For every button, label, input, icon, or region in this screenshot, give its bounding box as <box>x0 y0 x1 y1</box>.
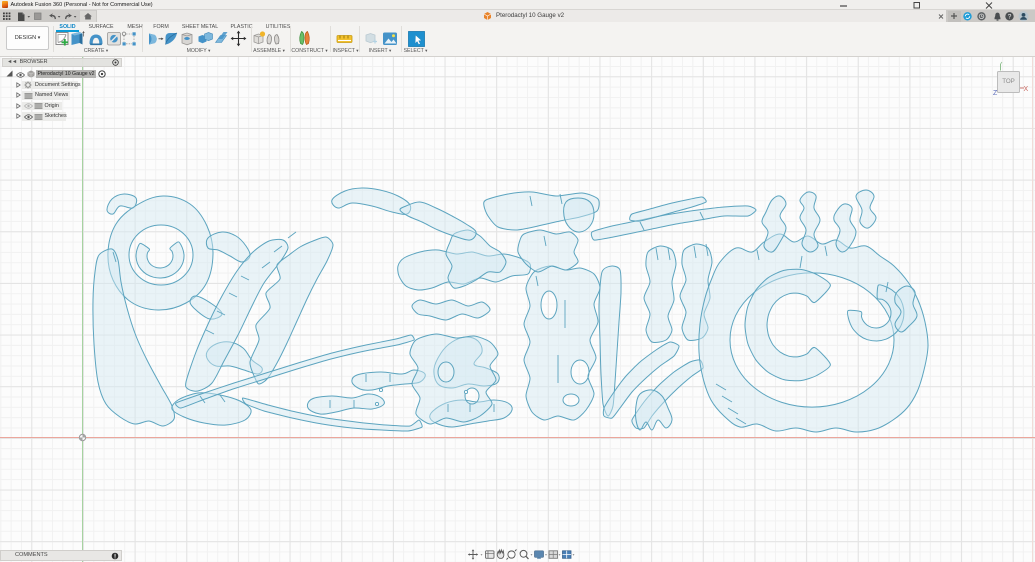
svg-text:Z: Z <box>993 90 998 96</box>
svg-text:?: ? <box>1008 13 1012 20</box>
svg-text:X: X <box>1024 86 1029 93</box>
